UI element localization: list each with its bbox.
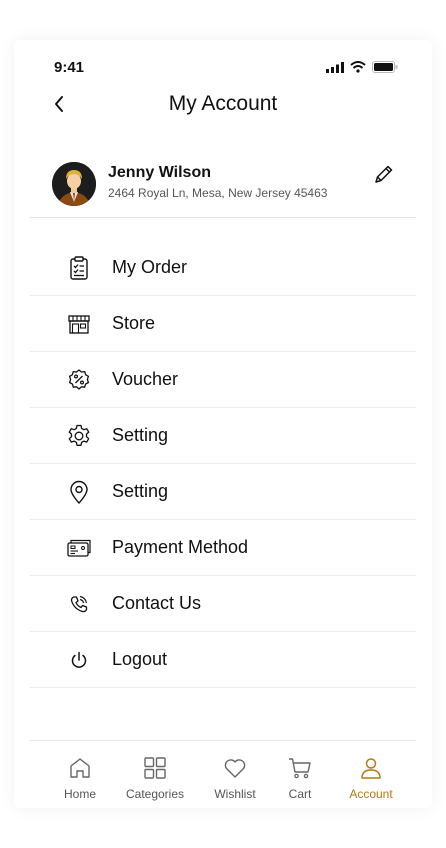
page-title: My Account — [168, 92, 278, 115]
profile-name: Jenny Wilson — [108, 164, 211, 181]
card-icon — [67, 539, 91, 557]
menu-item-label: Logout — [112, 649, 168, 669]
menu-item-location-setting[interactable]: Setting — [30, 464, 416, 520]
menu-item-my-order[interactable]: My Order — [30, 240, 416, 296]
menu-item-label: Setting — [112, 481, 169, 501]
nav-label: Categories — [125, 787, 185, 801]
menu-item-label: Contact Us — [112, 593, 202, 613]
grid-icon — [144, 757, 166, 779]
nav-label: Cart — [288, 787, 312, 801]
nav-item-cart[interactable]: Cart — [262, 755, 338, 801]
cart-icon — [289, 758, 311, 779]
status-time: 9:41 — [54, 59, 85, 76]
wifi-icon — [350, 61, 366, 73]
location-pin-icon — [70, 480, 88, 504]
nav-item-categories[interactable]: Categories — [117, 755, 193, 801]
menu-item-contact-us[interactable]: Contact Us — [30, 576, 416, 632]
status-bar: 9:41 — [14, 58, 432, 78]
gear-icon — [68, 424, 90, 446]
phone-screen: 9:41 My Account Jenny Wilson 2464 Royal … — [14, 40, 432, 808]
home-icon — [70, 758, 90, 778]
menu-item-label: Setting — [112, 425, 169, 445]
menu-item-label: Store — [112, 313, 156, 333]
avatar — [52, 162, 96, 206]
nav-label: Home — [63, 787, 96, 801]
menu-item-store[interactable]: Store — [30, 296, 416, 352]
menu-item-payment-method[interactable]: Payment Method — [30, 520, 416, 576]
pencil-icon[interactable] — [370, 162, 396, 188]
account-menu: My Order Store Voucher Setting Setting P… — [30, 240, 416, 688]
voucher-icon — [68, 369, 90, 390]
menu-item-logout[interactable]: Logout — [30, 632, 416, 688]
menu-item-voucher[interactable]: Voucher — [30, 352, 416, 408]
phone-icon — [70, 595, 88, 613]
menu-item-label: Payment Method — [112, 537, 249, 557]
user-icon — [361, 758, 381, 779]
nav-item-account[interactable]: Account — [333, 755, 409, 801]
profile-card: Jenny Wilson 2464 Royal Ln, Mesa, New Je… — [30, 150, 416, 218]
store-icon — [68, 315, 90, 334]
heart-icon — [224, 759, 246, 778]
nav-label: Account — [349, 787, 393, 801]
bottom-nav: Home Categories Wishlist Cart Account — [30, 740, 416, 808]
signal-icon — [326, 61, 344, 73]
menu-item-label: My Order — [112, 257, 188, 277]
power-icon — [71, 651, 87, 668]
clipboard-icon — [70, 256, 88, 280]
menu-item-label: Voucher — [112, 369, 179, 389]
status-icons — [326, 61, 398, 73]
profile-address: 2464 Royal Ln, Mesa, New Jersey 45463 — [108, 186, 328, 200]
nav-item-home[interactable]: Home — [42, 755, 118, 801]
avatar-image — [52, 162, 96, 206]
header: My Account — [14, 90, 432, 122]
battery-icon — [372, 61, 398, 73]
menu-item-setting[interactable]: Setting — [30, 408, 416, 464]
